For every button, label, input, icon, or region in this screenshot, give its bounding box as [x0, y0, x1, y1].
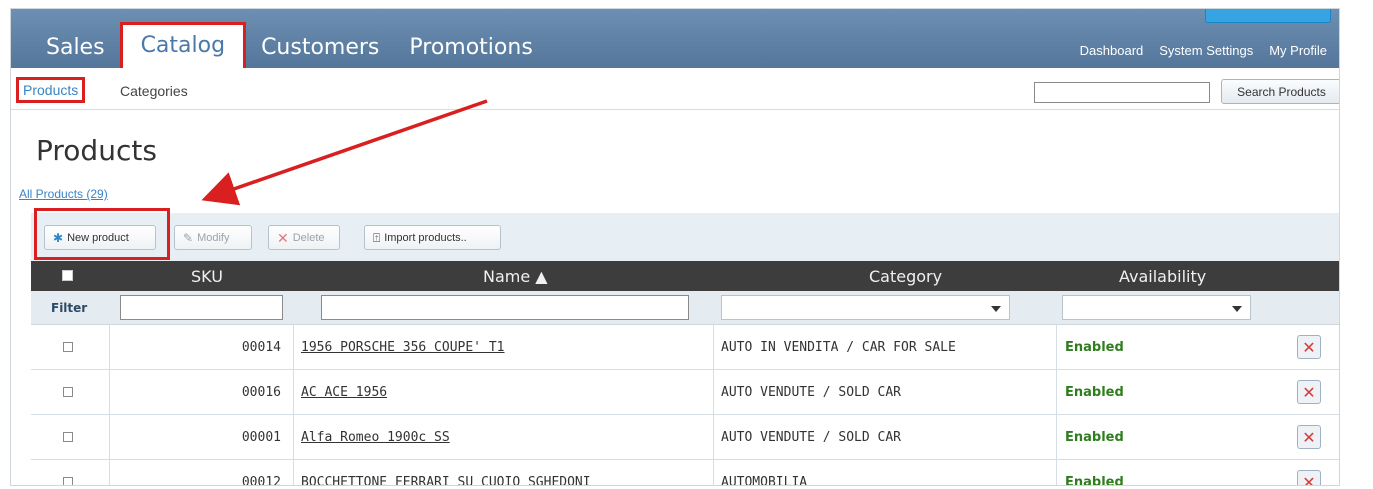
import-icon: ⍐: [373, 230, 381, 245]
chevron-down-icon: [1232, 306, 1242, 312]
chevron-down-icon: [991, 306, 1001, 312]
pencil-icon: ✎: [183, 230, 194, 245]
header-availability[interactable]: Availability: [1119, 267, 1206, 286]
all-products-link[interactable]: All Products (29): [19, 187, 108, 201]
product-name-link[interactable]: 1956 PORSCHE 356 COUPE' T1: [301, 340, 505, 355]
link-dashboard[interactable]: Dashboard: [1080, 43, 1144, 58]
page-title: Products: [36, 134, 157, 167]
import-label: Import products..: [384, 231, 467, 244]
header-sku[interactable]: SKU: [191, 267, 223, 286]
view-store-button[interactable]: [1205, 9, 1331, 23]
select-all-checkbox[interactable]: [62, 270, 73, 281]
tab-catalog[interactable]: Catalog: [119, 22, 247, 73]
top-links: Dashboard System Settings My Profile: [1080, 43, 1327, 58]
delete-row-button[interactable]: ✕: [1297, 380, 1321, 404]
subtab-categories[interactable]: Categories: [120, 83, 188, 99]
filter-availability-select[interactable]: [1062, 295, 1251, 320]
table-row: 00001 Alfa Romeo 1900c SS AUTO VENDUTE /…: [31, 415, 1339, 460]
main-tabs: Sales Catalog Customers Promotions: [31, 22, 548, 73]
modify-label: Modify: [197, 231, 230, 244]
top-nav: Sales Catalog Customers Promotions Dashb…: [11, 9, 1339, 73]
status-badge: Enabled: [1065, 430, 1124, 445]
subtab-products[interactable]: Products: [16, 77, 86, 103]
table-header: SKU Name ▲ Category Availability: [31, 261, 1339, 291]
app-window: Sales Catalog Customers Promotions Dashb…: [10, 8, 1340, 486]
product-name-link[interactable]: Alfa Romeo 1900c SS: [301, 430, 450, 445]
row-sku: 00012: [241, 475, 281, 486]
product-search-input[interactable]: [1034, 82, 1210, 103]
row-name: BOCCHETTONE FERRARI SU CUOIO SGHEDONI: [301, 475, 591, 486]
row-checkbox[interactable]: [63, 432, 73, 442]
filter-name-input[interactable]: [321, 295, 689, 320]
status-badge: Enabled: [1065, 385, 1124, 400]
import-products-button[interactable]: ⍐ Import products..: [364, 225, 501, 250]
row-category: AUTO VENDUTE / SOLD CAR: [721, 385, 902, 400]
table-row: 00012 BOCCHETTONE FERRARI SU CUOIO SGHED…: [31, 460, 1339, 486]
delete-row-button[interactable]: ✕: [1297, 470, 1321, 485]
link-system-settings[interactable]: System Settings: [1159, 43, 1253, 58]
header-name[interactable]: Name ▲: [483, 267, 548, 286]
filter-sku-input[interactable]: [120, 295, 283, 320]
header-category[interactable]: Category: [869, 267, 942, 286]
delete-row-button[interactable]: ✕: [1297, 425, 1321, 449]
status-badge: Enabled: [1065, 340, 1124, 355]
toolbar: ✱ New product ✎ Modify ✕ Delete ⍐ Import…: [31, 213, 1339, 261]
filter-row: Filter: [31, 291, 1339, 325]
delete-row-button[interactable]: ✕: [1297, 335, 1321, 359]
product-name-link[interactable]: AC ACE 1956: [301, 385, 387, 400]
row-sku: 00016: [241, 385, 281, 400]
x-icon: ✕: [277, 229, 289, 246]
modify-button[interactable]: ✎ Modify: [174, 225, 252, 250]
row-category: AUTO VENDUTE / SOLD CAR: [721, 430, 902, 445]
filter-label: Filter: [51, 301, 88, 315]
delete-button[interactable]: ✕ Delete: [268, 225, 340, 250]
link-my-profile[interactable]: My Profile: [1269, 43, 1327, 58]
tab-sales[interactable]: Sales: [31, 31, 120, 73]
delete-label: Delete: [292, 231, 325, 244]
row-sku: 00001: [241, 430, 281, 445]
search-products-button[interactable]: Search Products: [1221, 79, 1339, 104]
new-product-highlight: [34, 208, 170, 260]
filter-category-select[interactable]: [721, 295, 1010, 320]
row-checkbox[interactable]: [63, 387, 73, 397]
row-sku: 00014: [241, 340, 281, 355]
row-checkbox[interactable]: [63, 477, 73, 485]
tab-customers[interactable]: Customers: [246, 31, 394, 73]
sub-nav: Products Categories Search Products: [11, 68, 1339, 110]
row-category: AUTO IN VENDITA / CAR FOR SALE: [721, 340, 956, 355]
table-row: 00014 1956 PORSCHE 356 COUPE' T1 AUTO IN…: [31, 325, 1339, 370]
table-row: 00016 AC ACE 1956 AUTO VENDUTE / SOLD CA…: [31, 370, 1339, 415]
row-category: AUTOMOBILIA: [721, 475, 808, 486]
status-badge: Enabled: [1065, 475, 1124, 486]
tab-promotions[interactable]: Promotions: [394, 31, 547, 73]
row-checkbox[interactable]: [63, 342, 73, 352]
